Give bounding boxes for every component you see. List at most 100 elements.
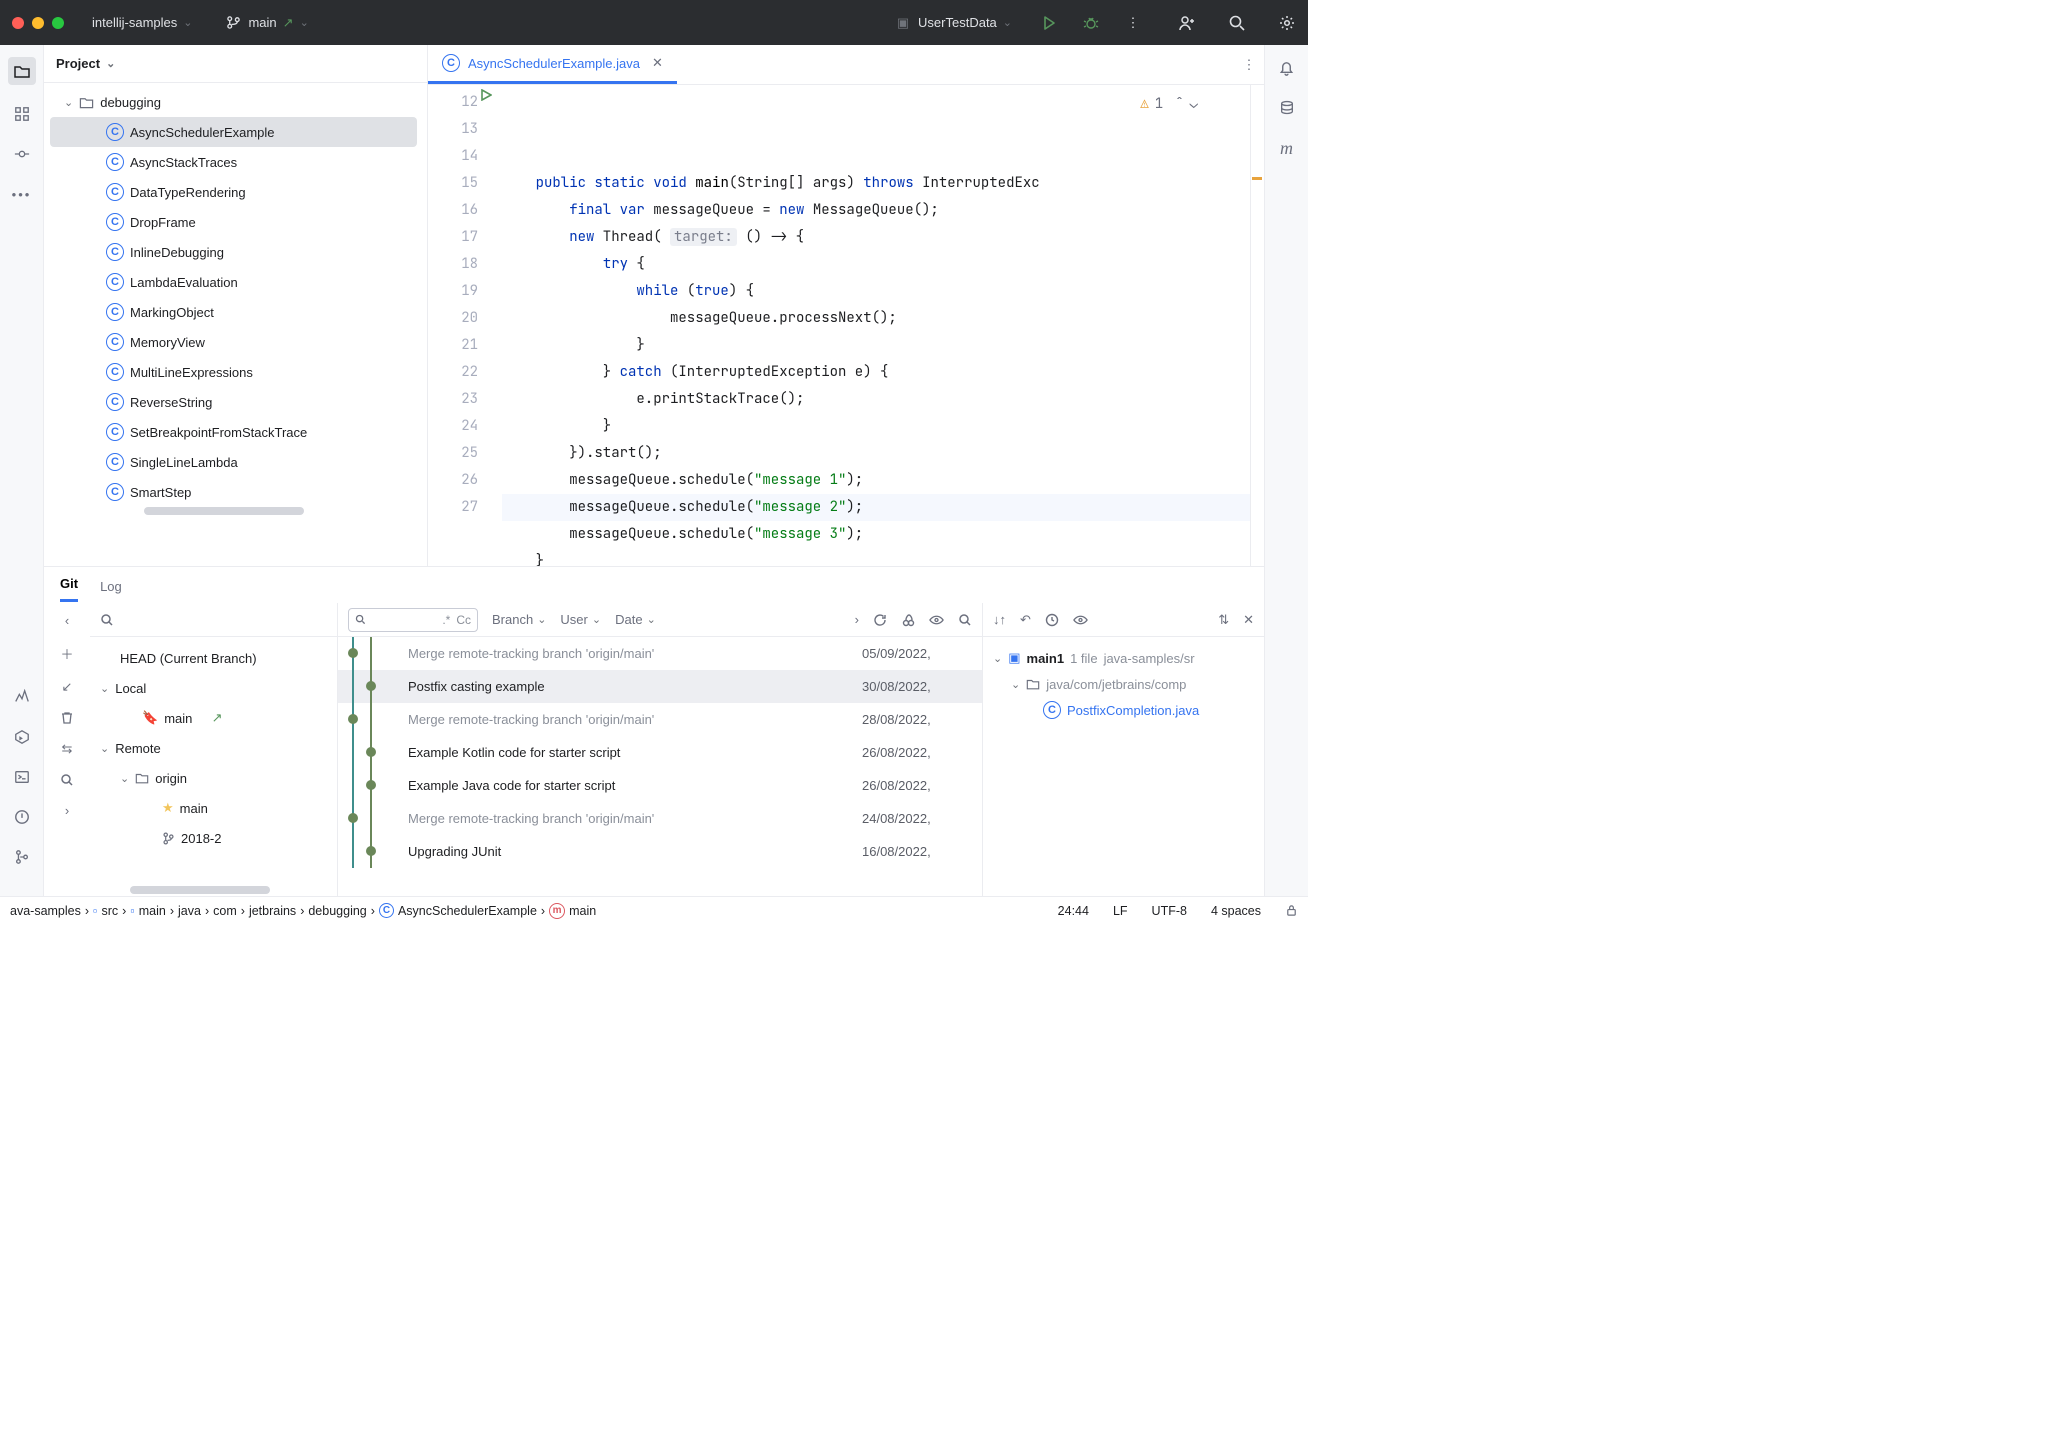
- tree-file[interactable]: CLambdaEvaluation: [44, 267, 427, 297]
- branches-h-scrollbar[interactable]: [90, 886, 337, 896]
- close-icon[interactable]: ✕: [1243, 612, 1254, 628]
- details-header[interactable]: ⌄ ▣ main1 1 file java-samples/sr: [993, 645, 1254, 671]
- branch-item[interactable]: 🔖main ↗: [90, 703, 337, 733]
- chevron-up-icon[interactable]: ˆ: [1175, 91, 1183, 118]
- commit-row[interactable]: Merge remote-tracking branch 'origin/mai…: [338, 703, 982, 736]
- commits-search-input[interactable]: .*Cc: [348, 608, 478, 632]
- project-tool-header[interactable]: Project ⌄: [44, 45, 427, 83]
- project-selector[interactable]: intellij-samples ⌄: [92, 15, 192, 30]
- breadcrumb-item[interactable]: mmain: [549, 903, 596, 919]
- readonly-toggle-icon[interactable]: [1285, 904, 1298, 917]
- run-gutter-icon[interactable]: [480, 89, 492, 101]
- branch-group-origin[interactable]: ⌄origin: [90, 763, 337, 793]
- commit-row[interactable]: Upgrading JUnit16/08/2022,: [338, 835, 982, 868]
- maven-tool-icon[interactable]: m: [1276, 137, 1298, 159]
- arrow-down-left-icon[interactable]: ↙: [62, 679, 73, 695]
- tree-file[interactable]: CMultiLineExpressions: [44, 357, 427, 387]
- arrow-down-icon[interactable]: ↓↑: [993, 612, 1006, 627]
- minimize-window-icon[interactable]: [32, 17, 44, 29]
- commit-row[interactable]: Merge remote-tracking branch 'origin/mai…: [338, 637, 982, 670]
- go-to-hash-icon[interactable]: ›: [855, 612, 859, 627]
- branch-item[interactable]: ★main: [90, 793, 337, 823]
- commit-row[interactable]: Example Java code for starter script26/0…: [338, 769, 982, 802]
- zoom-window-icon[interactable]: [52, 17, 64, 29]
- project-tree[interactable]: ⌄ debugging CAsyncSchedulerExampleCAsync…: [44, 83, 427, 566]
- commit-row[interactable]: Example Kotlin code for starter script26…: [338, 736, 982, 769]
- settings-icon[interactable]: [1278, 14, 1296, 32]
- vcs-tool-icon[interactable]: [11, 846, 33, 868]
- more-tool-icon[interactable]: •••: [11, 183, 33, 205]
- trash-icon[interactable]: [60, 711, 74, 725]
- search-icon[interactable]: [1228, 14, 1246, 32]
- tree-file[interactable]: CMarkingObject: [44, 297, 427, 327]
- chevron-left-icon[interactable]: ‹: [65, 613, 69, 628]
- vcs-tab-git[interactable]: Git: [60, 576, 78, 602]
- tree-file[interactable]: CSmartStep: [44, 477, 427, 507]
- problems-tool-icon[interactable]: [11, 806, 33, 828]
- filter-branch[interactable]: Branch⌄: [492, 612, 546, 627]
- tree-file[interactable]: CSingleLineLambda: [44, 447, 427, 477]
- profiler-tool-icon[interactable]: [11, 686, 33, 708]
- details-file[interactable]: C PostfixCompletion.java: [993, 697, 1254, 723]
- search-icon[interactable]: [60, 773, 74, 787]
- code-with-me-icon[interactable]: [1178, 14, 1196, 32]
- tree-h-scrollbar[interactable]: [44, 507, 427, 517]
- plus-icon[interactable]: ＋: [60, 644, 73, 663]
- tree-file[interactable]: CAsyncSchedulerExample: [50, 117, 417, 147]
- close-tab-icon[interactable]: ✕: [652, 55, 663, 71]
- chevron-right-icon[interactable]: ›: [65, 803, 69, 818]
- tree-file[interactable]: CInlineDebugging: [44, 237, 427, 267]
- breadcrumb-item[interactable]: CAsyncSchedulerExample: [379, 903, 537, 918]
- services-tool-icon[interactable]: [11, 726, 33, 748]
- branch-group-remote[interactable]: ⌄Remote: [90, 733, 337, 763]
- notifications-icon[interactable]: [1276, 57, 1298, 79]
- branches-search[interactable]: [90, 603, 337, 637]
- indent-setting[interactable]: 4 spaces: [1211, 904, 1261, 918]
- run-config-selector[interactable]: ▣ UserTestData ⌄: [894, 14, 1012, 32]
- tree-file[interactable]: CDataTypeRendering: [44, 177, 427, 207]
- branch-item[interactable]: 2018-2: [90, 823, 337, 853]
- editor-gutter[interactable]: 12131415161718192021222324252627: [428, 85, 502, 566]
- project-tool-icon[interactable]: [8, 57, 36, 85]
- branch-group-local[interactable]: ⌄Local: [90, 673, 337, 703]
- database-tool-icon[interactable]: [1276, 97, 1298, 119]
- expand-collapse-icon[interactable]: ⇅: [1218, 612, 1229, 628]
- editor-error-stripe[interactable]: [1250, 85, 1264, 566]
- history-icon[interactable]: [1045, 613, 1059, 627]
- breadcrumb-item[interactable]: debugging: [308, 904, 366, 918]
- search-icon[interactable]: [958, 613, 972, 627]
- branch-head[interactable]: HEAD (Current Branch): [90, 643, 337, 673]
- breadcrumb-item[interactable]: com: [213, 904, 237, 918]
- breadcrumb-item[interactable]: ava-samples: [10, 904, 81, 918]
- undo-icon[interactable]: ↶: [1020, 612, 1031, 628]
- debug-icon[interactable]: [1082, 14, 1100, 32]
- arrow-swap-icon[interactable]: ⇆: [62, 741, 73, 757]
- refresh-icon[interactable]: [873, 613, 887, 627]
- editor-body[interactable]: ⚠ 1 ˆ ⌄ public static void main(String[]…: [502, 85, 1250, 566]
- breadcrumb-item[interactable]: ▫main: [130, 904, 166, 918]
- tabs-more-icon[interactable]: ⋮: [1234, 45, 1264, 84]
- run-icon[interactable]: [1040, 14, 1058, 32]
- tree-file[interactable]: CReverseString: [44, 387, 427, 417]
- editor-tab[interactable]: C AsyncSchedulerExample.java ✕: [428, 45, 677, 84]
- terminal-tool-icon[interactable]: [11, 766, 33, 788]
- caret-position[interactable]: 24:44: [1058, 904, 1089, 918]
- breadcrumb-item[interactable]: ▫src: [93, 904, 118, 918]
- close-window-icon[interactable]: [12, 17, 24, 29]
- commit-row[interactable]: Merge remote-tracking branch 'origin/mai…: [338, 802, 982, 835]
- breadcrumb-item[interactable]: jetbrains: [249, 904, 296, 918]
- tree-file[interactable]: CSetBreakpointFromStackTrace: [44, 417, 427, 447]
- eye-icon[interactable]: [1073, 614, 1088, 626]
- details-folder[interactable]: ⌄ java/com/jetbrains/comp: [993, 671, 1254, 697]
- commits-list[interactable]: Merge remote-tracking branch 'origin/mai…: [338, 637, 982, 896]
- eye-icon[interactable]: [929, 614, 944, 626]
- tree-file[interactable]: CMemoryView: [44, 327, 427, 357]
- file-encoding[interactable]: UTF-8: [1152, 904, 1187, 918]
- commit-tool-icon[interactable]: [11, 143, 33, 165]
- filter-date[interactable]: Date⌄: [615, 612, 656, 627]
- filter-user[interactable]: User⌄: [560, 612, 601, 627]
- cherry-pick-icon[interactable]: [901, 613, 915, 627]
- inspection-widget[interactable]: ⚠ 1 ˆ ⌄: [1140, 91, 1198, 118]
- structure-tool-icon[interactable]: [11, 103, 33, 125]
- line-separator[interactable]: LF: [1113, 904, 1128, 918]
